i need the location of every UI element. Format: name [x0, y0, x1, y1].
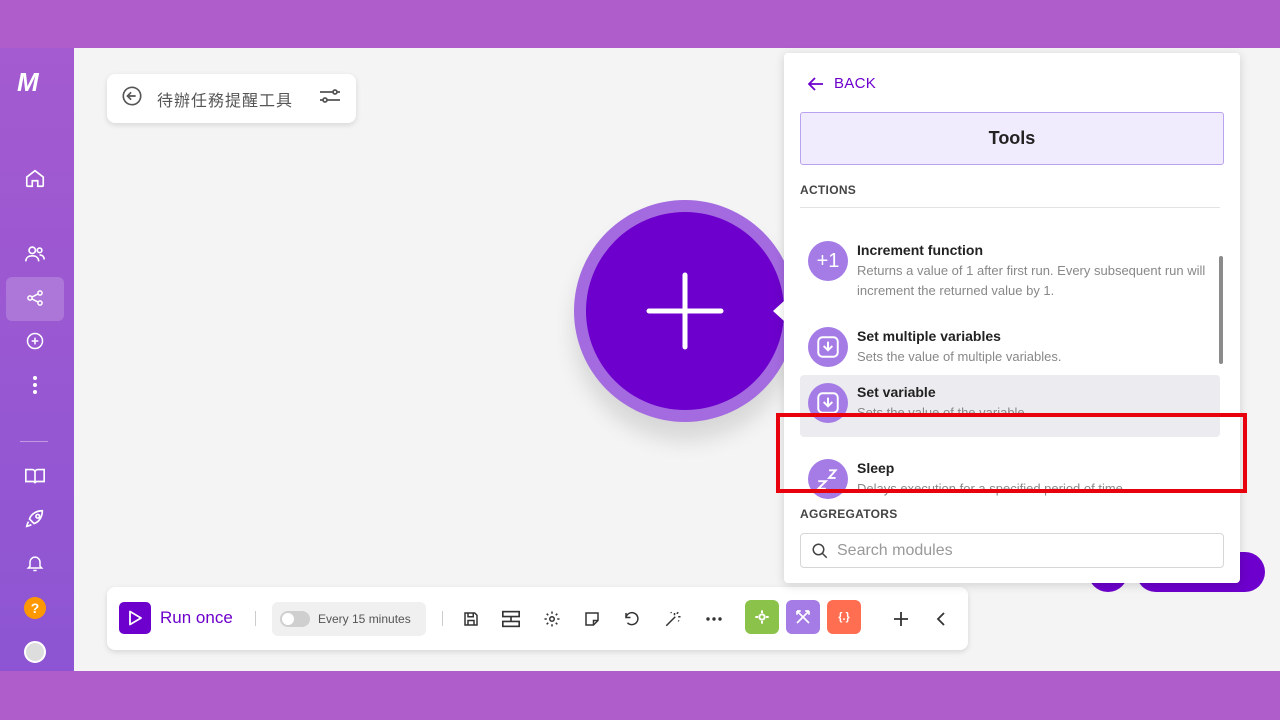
- text-parser-label: {.}: [838, 611, 850, 623]
- item-title: Increment function: [857, 242, 984, 258]
- back-label: BACK: [834, 75, 877, 92]
- list-item-increment-function[interactable]: +1 Increment function Returns a value of…: [800, 233, 1220, 309]
- play-icon: [119, 602, 151, 634]
- scenarios-icon[interactable]: [19, 282, 51, 314]
- bottom-toolbar: Run once Every 15 minutes {.}: [107, 587, 968, 650]
- sidebar: M ?: [0, 48, 74, 671]
- arrow-left-icon: [808, 76, 823, 91]
- scenario-header: 待辦任務提醒工具: [107, 74, 356, 123]
- sleep-icon: [808, 459, 848, 499]
- panel-pointer: [773, 301, 784, 321]
- bell-icon[interactable]: [19, 547, 51, 579]
- run-once-button[interactable]: Run once: [119, 602, 233, 634]
- section-divider: [800, 207, 1220, 208]
- make-logo[interactable]: M: [17, 67, 39, 98]
- home-icon[interactable]: [19, 162, 51, 194]
- ai-icon[interactable]: [19, 325, 51, 357]
- item-title: Set multiple variables: [857, 328, 1001, 344]
- tools-button[interactable]: [745, 600, 779, 634]
- item-title: Sleep: [857, 460, 895, 476]
- text-parser-button[interactable]: {.}: [827, 600, 861, 634]
- section-aggregators: AGGREGATORS: [800, 507, 898, 521]
- save-icon[interactable]: [457, 605, 485, 633]
- toolbar-divider: [442, 611, 443, 626]
- settings-icon[interactable]: [538, 605, 566, 633]
- toolbar-divider: [255, 611, 256, 626]
- help-icon[interactable]: ?: [19, 592, 51, 624]
- settings-sliders-icon[interactable]: [318, 86, 342, 111]
- scenario-name[interactable]: 待辦任務提醒工具: [157, 87, 318, 111]
- gear-icon: [755, 610, 769, 624]
- flow-control-icon: [796, 610, 810, 624]
- section-actions: ACTIONS: [800, 183, 857, 197]
- add-module-inner: [586, 212, 784, 410]
- avatar[interactable]: [19, 636, 51, 668]
- sidebar-divider: [20, 441, 48, 442]
- rocket-icon[interactable]: [19, 503, 51, 535]
- search-modules-box: [800, 533, 1224, 568]
- more-icon[interactable]: [19, 369, 51, 401]
- flow-control-button[interactable]: [786, 600, 820, 634]
- undo-icon[interactable]: [618, 605, 646, 633]
- item-description: Returns a value of 1 after first run. Ev…: [857, 263, 1206, 298]
- increment-icon: +1: [808, 241, 848, 281]
- download-box-icon: [808, 383, 848, 423]
- search-icon: [812, 543, 828, 558]
- panel-title: Tools: [800, 112, 1224, 165]
- list-item-set-variable[interactable]: Set variable Sets the value of the varia…: [800, 375, 1220, 437]
- download-box-icon: [808, 327, 848, 367]
- back-button[interactable]: BACK: [808, 75, 876, 92]
- search-input[interactable]: [837, 541, 1207, 560]
- item-description: Delays execution for a specified period …: [857, 481, 1127, 496]
- plus-icon: [646, 272, 724, 350]
- team-icon[interactable]: [19, 238, 51, 270]
- notes-icon[interactable]: [578, 605, 606, 633]
- toggle-switch[interactable]: [280, 611, 310, 627]
- run-once-label: Run once: [160, 608, 233, 627]
- panel-scrollbar[interactable]: [1219, 256, 1223, 364]
- collapse-chevron-icon[interactable]: [927, 605, 955, 633]
- item-title: Set variable: [857, 384, 936, 400]
- autoalign-icon[interactable]: [497, 605, 525, 633]
- list-item-sleep[interactable]: Sleep Delays execution for a specified p…: [800, 451, 1220, 507]
- schedule-toggle[interactable]: Every 15 minutes: [272, 602, 426, 636]
- schedule-label: Every 15 minutes: [318, 612, 411, 626]
- add-icon[interactable]: [887, 605, 915, 633]
- more-icon[interactable]: [700, 605, 728, 633]
- list-item-set-multiple-variables[interactable]: Set multiple variables Sets the value of…: [800, 319, 1220, 375]
- item-description: Sets the value of the variable.: [857, 405, 1029, 420]
- add-module-button[interactable]: [574, 200, 796, 422]
- docs-icon[interactable]: [19, 460, 51, 492]
- module-picker-panel: BACK Tools ACTIONS +1 Increment function…: [784, 53, 1240, 583]
- app-canvas: M ? 待辦任務提醒工具 Run once Every 15 minutes {…: [0, 48, 1280, 671]
- item-description: Sets the value of multiple variables.: [857, 349, 1062, 364]
- magic-icon[interactable]: [659, 605, 687, 633]
- back-arrow-icon[interactable]: [121, 85, 143, 112]
